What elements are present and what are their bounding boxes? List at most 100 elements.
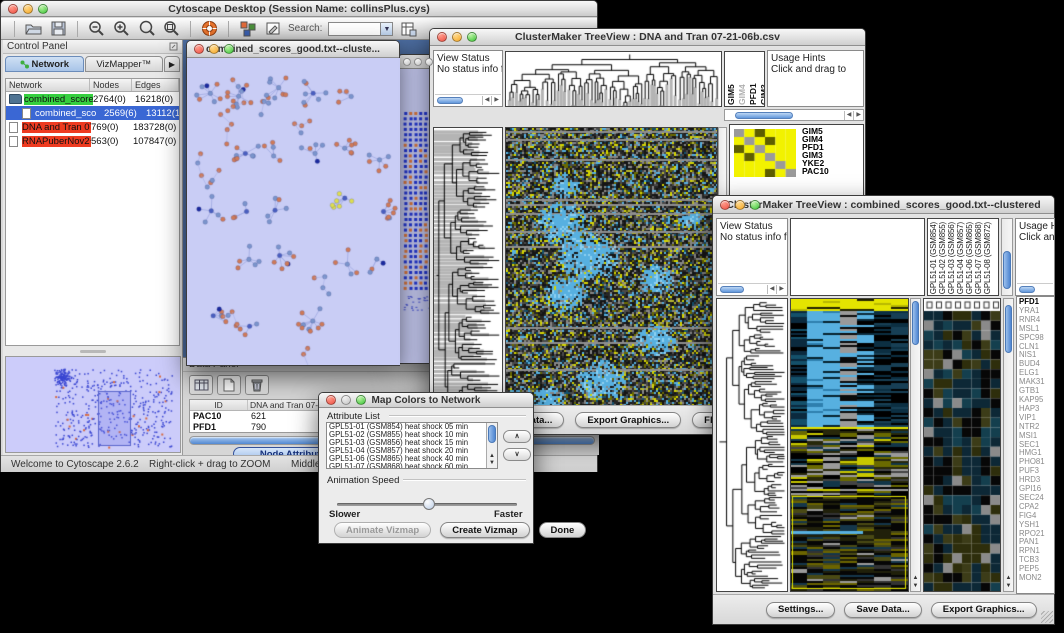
tab-network[interactable]: Network	[5, 56, 84, 72]
close-button[interactable]	[720, 200, 730, 210]
close-button[interactable]	[8, 4, 18, 14]
column-labels-strip: GIM5GIM4PFD1GIM3YKE2PAC10	[724, 51, 765, 107]
main-titlebar[interactable]: Cytoscape Desktop (Session Name: collins…	[1, 1, 597, 17]
gene-label[interactable]: PAC10	[802, 167, 862, 175]
search-input[interactable]	[328, 22, 380, 36]
zoom-selected-icon[interactable]	[162, 19, 181, 38]
global-heatmap-canvas[interactable]	[791, 299, 908, 591]
column-label[interactable]: GPL51-02 (GSM855)	[938, 222, 947, 294]
column-label[interactable]: GIM4	[737, 53, 747, 105]
gene-label[interactable]: MON2	[1019, 574, 1054, 583]
global-heatmap-panel[interactable]	[505, 127, 718, 421]
column-label[interactable]: PFD1	[748, 53, 758, 105]
move-down-button[interactable]: ∨	[503, 448, 531, 461]
move-up-button[interactable]: ∧	[503, 430, 531, 443]
view-status-scrollbar[interactable]: ◀▶	[718, 283, 786, 294]
global-heatmap-panel[interactable]	[790, 298, 909, 592]
treeview1-titlebar[interactable]: ClusterMaker TreeView : DNA and Tran 07-…	[430, 29, 865, 46]
tab-vizmapper[interactable]: VizMapper™	[85, 56, 164, 72]
table-import-icon[interactable]	[399, 19, 418, 38]
row-dendrogram-canvas[interactable]	[717, 299, 787, 591]
zoom-vscrollbar[interactable]: ▲ ▼	[1003, 298, 1014, 592]
minimize-button[interactable]	[735, 200, 745, 210]
network-tree-row[interactable]: combined_sco 2569(6) 13112(15)	[6, 106, 179, 120]
network-graph-canvas[interactable]	[188, 58, 400, 365]
column-label[interactable]: GPL51-01 (GSM854)	[929, 222, 938, 294]
heatmap-vscrollbar[interactable]: ▲ ▼	[910, 298, 921, 592]
attribute-list-item[interactable]: GPL51-07 (GSM868) heat shock 60 min	[327, 463, 497, 469]
open-file-icon[interactable]	[24, 19, 43, 38]
speed-slider-thumb[interactable]	[423, 498, 435, 510]
dialog-button[interactable]: Done	[539, 522, 587, 538]
zoom-panel-hscrollbar[interactable]: ◀▶	[724, 109, 864, 121]
attribute-list-scrollbar[interactable]: ▲ ▼	[486, 423, 497, 468]
resize-grip[interactable]	[1041, 611, 1053, 623]
zoom-button[interactable]	[356, 395, 366, 405]
zoom-heatmap-panel[interactable]	[923, 298, 1001, 592]
node-table-tab[interactable]	[189, 375, 213, 395]
column-label[interactable]: GPL51-07 (GSM868)	[974, 222, 983, 294]
col-header-id[interactable]: ID	[190, 400, 248, 410]
save-icon[interactable]	[49, 19, 68, 38]
column-label[interactable]: GPL51-08 (GSM872)	[983, 222, 992, 294]
help-lifering-icon[interactable]	[200, 19, 219, 38]
close-button[interactable]	[194, 44, 204, 54]
row-dendrogram-panel[interactable]	[433, 127, 503, 421]
treeview-button[interactable]: Save Data...	[844, 602, 921, 618]
close-button[interactable]	[437, 32, 447, 42]
minimize-button[interactable]	[341, 395, 351, 405]
column-label[interactable]: GPL51-03 (GSM856)	[947, 222, 956, 294]
treeview-button[interactable]: Export Graphics...	[931, 602, 1037, 618]
close-button[interactable]	[403, 58, 411, 66]
zoom-out-icon[interactable]	[87, 19, 106, 38]
view-status-scrollbar[interactable]: ◀▶	[435, 94, 501, 105]
network-tree-row[interactable]: combined_scores 2764(0) 16218(0)	[6, 92, 179, 106]
minimize-button[interactable]	[414, 58, 422, 66]
network-tree-row[interactable]: DNA and Tran 07 769(0) 183728(0)	[6, 120, 179, 134]
treeview-button[interactable]: Export Graphics...	[575, 412, 681, 428]
search-dropdown-arrow[interactable]: ▼	[380, 22, 393, 36]
network-view-titlebar[interactable]: combined_scores_good.txt--cluste...	[187, 41, 399, 58]
network-tree-table: Network Nodes Edges combined_scores 2764…	[5, 78, 180, 346]
minimize-button[interactable]	[452, 32, 462, 42]
column-dendrogram-panel[interactable]	[505, 51, 722, 107]
column-label[interactable]: GIM3	[759, 53, 765, 105]
zoom-button[interactable]	[467, 32, 477, 42]
close-button[interactable]	[326, 395, 336, 405]
dialog-button[interactable]: Create Vizmap	[440, 522, 529, 538]
global-heatmap-canvas[interactable]	[506, 128, 717, 420]
delete-attribute-trash-icon[interactable]	[245, 375, 269, 395]
column-label[interactable]: GIM5	[726, 53, 736, 105]
column-label[interactable]: GPL51-04 (GSM857)	[956, 222, 965, 294]
column-labels-vscrollbar[interactable]	[1001, 218, 1013, 296]
column-label[interactable]: GPL51-06 (GSM865)	[965, 222, 974, 294]
speed-slider-track[interactable]	[337, 503, 517, 506]
zoom-button[interactable]	[38, 4, 48, 14]
zoom-in-icon[interactable]	[112, 19, 131, 38]
column-dendrogram-canvas[interactable]	[506, 52, 721, 106]
treeview-combined-window: ClusterMaker TreeView : combined_scores_…	[712, 195, 1055, 625]
annotation-icon[interactable]	[263, 19, 282, 38]
network-tree-row[interactable]: RNAPuberNov2+ 563(0) 107847(0)	[6, 134, 179, 148]
zoom-fit-icon[interactable]	[137, 19, 156, 38]
dialog-titlebar[interactable]: Map Colors to Network	[319, 393, 533, 408]
zoom-heatmap-canvas[interactable]	[734, 129, 796, 177]
network-view-icon[interactable]	[238, 19, 257, 38]
panel-splitter[interactable]	[5, 348, 180, 355]
minimize-button[interactable]	[209, 44, 219, 54]
tab-overflow-button[interactable]: ▶	[164, 56, 180, 72]
zoom-button[interactable]	[750, 200, 760, 210]
new-attribute-icon[interactable]	[217, 375, 241, 395]
network-overview-canvas[interactable]	[5, 356, 181, 453]
zoom-heatmap-canvas[interactable]	[924, 299, 1000, 591]
treeview2-titlebar[interactable]: ClusterMaker TreeView : combined_scores_…	[713, 196, 1054, 214]
row-dendrogram-canvas[interactable]	[434, 128, 502, 420]
float-panel-icon[interactable]	[169, 42, 178, 51]
zoom-button[interactable]	[425, 58, 433, 66]
usage-hints-scrollbar[interactable]	[1017, 283, 1053, 294]
minimize-button[interactable]	[23, 4, 33, 14]
zoom-button[interactable]	[224, 44, 234, 54]
row-dendrogram-panel[interactable]	[716, 298, 788, 592]
treeview-button[interactable]: Settings...	[766, 602, 835, 618]
dialog-button[interactable]: Animate Vizmap	[334, 522, 431, 538]
